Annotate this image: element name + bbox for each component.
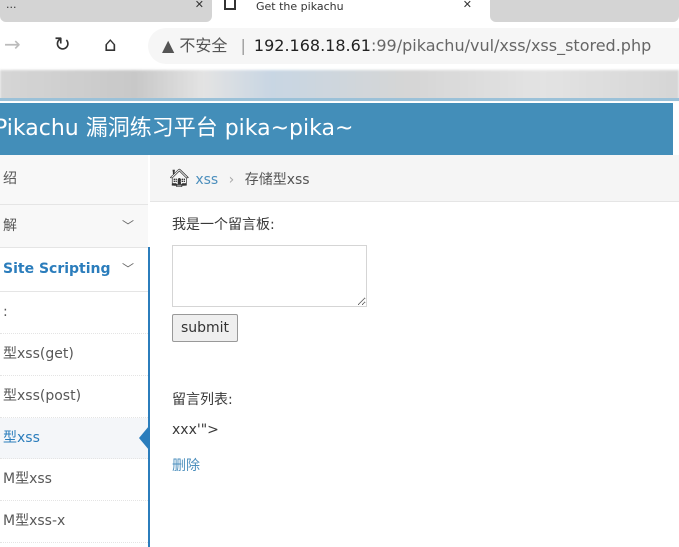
sidebar: 绍 解 ﹀ Site Scripting ﹀ : 型xss(get) 型xss(po… — [0, 155, 150, 547]
sidebar-item-label: M型xss-x — [3, 513, 66, 529]
app-header: Pikachu 漏洞练习平台 pika~pika~ — [0, 103, 673, 155]
sidebar-subitem-reflected-get[interactable]: 型xss(get) — [0, 334, 148, 376]
sidebar-item-label: 型xss(get) — [3, 346, 74, 362]
url-host: 192.168.18.61 — [253, 36, 371, 55]
chevron-down-icon: ﹀ — [121, 219, 134, 233]
sidebar-item-intro[interactable]: 绍 — [0, 155, 148, 205]
chevron-down-icon: ﹀ — [121, 262, 134, 276]
submit-button[interactable]: submit — [172, 314, 238, 342]
delete-link[interactable]: 删除 — [172, 455, 200, 475]
sidebar-item-xss[interactable]: Site Scripting ﹀ — [0, 248, 148, 292]
sidebar-item-label: M型xss — [3, 471, 52, 487]
sidebar-item-label: 型xss — [3, 430, 40, 446]
sidebar-item-label: Site Scripting — [3, 261, 111, 277]
browser-tab[interactable]: ... ✕ — [0, 0, 212, 22]
page-title: Pikachu 漏洞练习平台 pika~pika~ — [0, 116, 354, 141]
bookmarks-bar-blurred — [0, 70, 679, 100]
sidebar-item-label: 解 — [3, 218, 17, 234]
sidebar-item-label: 绍 — [3, 171, 17, 187]
sidebar-item-label: : — [3, 304, 8, 320]
active-caret-icon — [139, 426, 149, 450]
breadcrumb: 🏠︎ xss › 存储型xss — [150, 155, 679, 202]
security-label: 不安全 — [179, 36, 228, 55]
browser-tab-bar: ... ✕ Get the pikachu ✕ — [0, 0, 679, 22]
new-tab-area[interactable] — [490, 0, 679, 22]
tab-title: Get the pikachu — [256, 0, 344, 13]
sidebar-subitem-stored[interactable]: 型xss — [0, 418, 148, 459]
home-icon[interactable]: ⌂ — [104, 32, 117, 56]
board-label: 我是一个留言板: — [172, 217, 275, 233]
close-icon[interactable]: ✕ — [463, 0, 472, 10]
home-icon[interactable]: 🏠︎ — [168, 168, 191, 189]
sidebar-item-understand[interactable]: 解 ﹀ — [0, 205, 148, 248]
divider — [0, 98, 679, 101]
sidebar-active-border — [148, 247, 150, 547]
reload-icon[interactable]: ↻ — [54, 32, 71, 56]
sidebar-subitem-dom-x[interactable]: M型xss-x — [0, 501, 148, 543]
page-icon — [224, 0, 236, 10]
tab-title: ... — [6, 0, 17, 11]
message-input[interactable] — [172, 245, 367, 307]
warning-icon: ▲ — [162, 36, 175, 55]
breadcrumb-current: 存储型xss — [244, 172, 310, 188]
browser-toolbar: → ↻ ⌂ ▲ 不安全 | 192.168.18.61:99/pikachu/vu… — [0, 22, 679, 70]
forward-icon[interactable]: → — [4, 32, 21, 56]
sidebar-subitem[interactable]: : — [0, 292, 148, 334]
url-path: :99/pikachu/vul/xss/xss_stored.php — [370, 36, 652, 55]
sidebar-subitem-dom[interactable]: M型xss — [0, 459, 148, 501]
message-list-label: 留言列表: — [172, 392, 233, 408]
sidebar-subitem-reflected-post[interactable]: 型xss(post) — [0, 376, 148, 418]
sidebar-item-label: 型xss(post) — [3, 388, 82, 404]
message-item: xxx'"> — [172, 422, 219, 438]
breadcrumb-separator-icon: › — [228, 172, 235, 188]
address-bar[interactable]: ▲ 不安全 | 192.168.18.61:99/pikachu/vul/xss/… — [148, 28, 679, 64]
close-icon[interactable]: ✕ — [195, 0, 204, 10]
browser-tab-active[interactable]: Get the pikachu ✕ — [218, 0, 484, 22]
breadcrumb-link-xss[interactable]: xss — [195, 172, 218, 188]
